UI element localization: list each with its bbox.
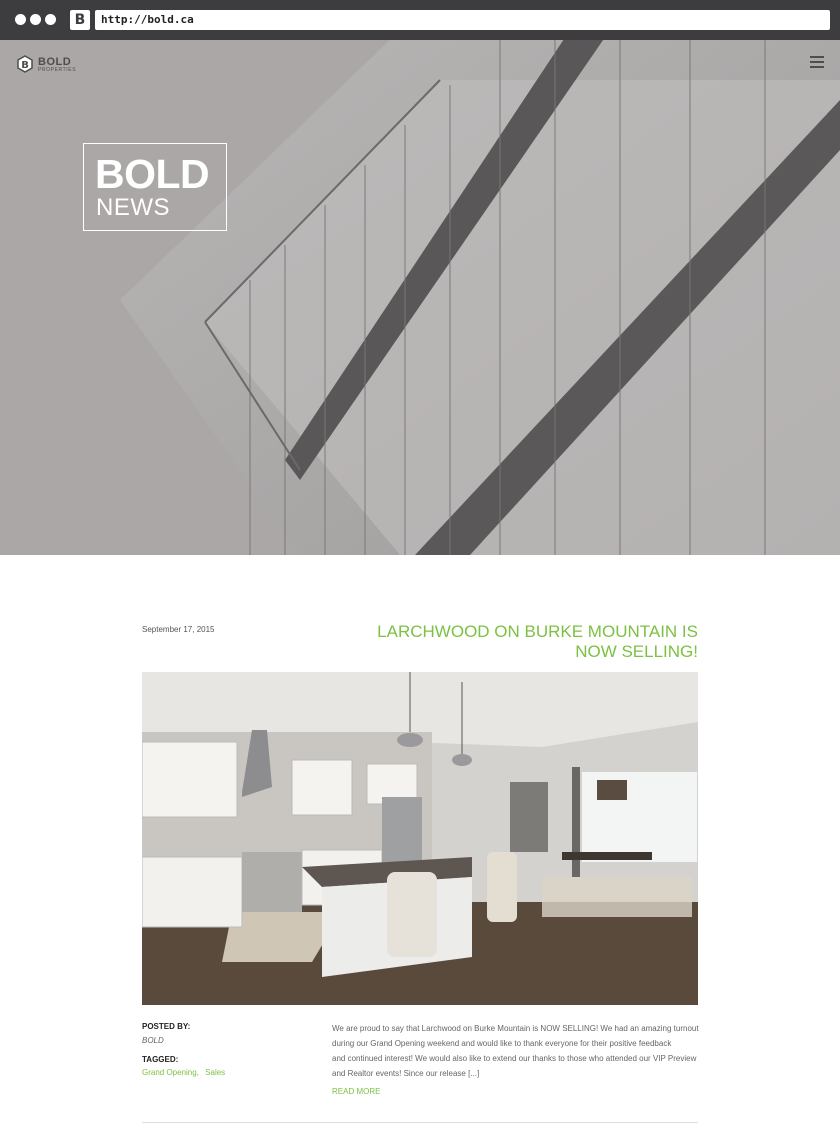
post-tags: Grand Opening, Sales (142, 1068, 229, 1077)
kitchen-photo (142, 672, 698, 1005)
logo-subtext: PROPERTIES (38, 67, 77, 73)
post-date: September 17, 2015 (142, 625, 215, 634)
svg-text:B: B (21, 60, 29, 71)
excerpt-line: and continued interest! We would also li… (332, 1054, 697, 1063)
tagged-label: TAGGED: (142, 1055, 179, 1064)
building-facade-image (0, 40, 840, 555)
hero-title-light: NEWS (96, 194, 170, 221)
hero-banner: B BOLD PROPERTIES BOLD NEWS (0, 40, 840, 555)
window-dot-close[interactable] (15, 14, 26, 25)
post-title-line-2[interactable]: NOW SELLING! (340, 642, 698, 662)
posted-by-label: POSTED BY: (142, 1022, 191, 1031)
window-dot-maximize[interactable] (45, 14, 56, 25)
excerpt-line: during our Grand Opening weekend and wou… (332, 1039, 672, 1048)
logo-badge-icon: B (17, 55, 33, 73)
favicon-icon: B (70, 10, 90, 30)
excerpt-line: and Realtor events! Since our release [.… (332, 1069, 480, 1078)
window-dot-minimize[interactable] (30, 14, 41, 25)
excerpt-line: We are proud to say that Larchwood on Bu… (332, 1024, 699, 1033)
post-divider (142, 1122, 698, 1123)
hamburger-menu-icon[interactable] (810, 56, 824, 68)
post-excerpt: We are proud to say that Larchwood on Bu… (332, 1021, 702, 1081)
hero-title-bold: BOLD (95, 151, 210, 197)
post-featured-image[interactable] (142, 672, 698, 1005)
tag-link[interactable]: Sales (205, 1068, 225, 1077)
post-author[interactable]: BOLD (142, 1036, 164, 1045)
post-title[interactable]: LARCHWOOD ON BURKE MOUNTAIN IS NOW SELLI… (340, 622, 698, 662)
tag-link[interactable]: Grand Opening, (142, 1068, 199, 1077)
address-bar[interactable]: http://bold.ca (95, 10, 830, 30)
post-title-line-1[interactable]: LARCHWOOD ON BURKE MOUNTAIN IS (340, 622, 698, 642)
read-more-link[interactable]: READ MORE (332, 1087, 380, 1096)
browser-chrome: B http://bold.ca (0, 0, 840, 40)
hero-title-box: BOLD NEWS (83, 143, 227, 231)
